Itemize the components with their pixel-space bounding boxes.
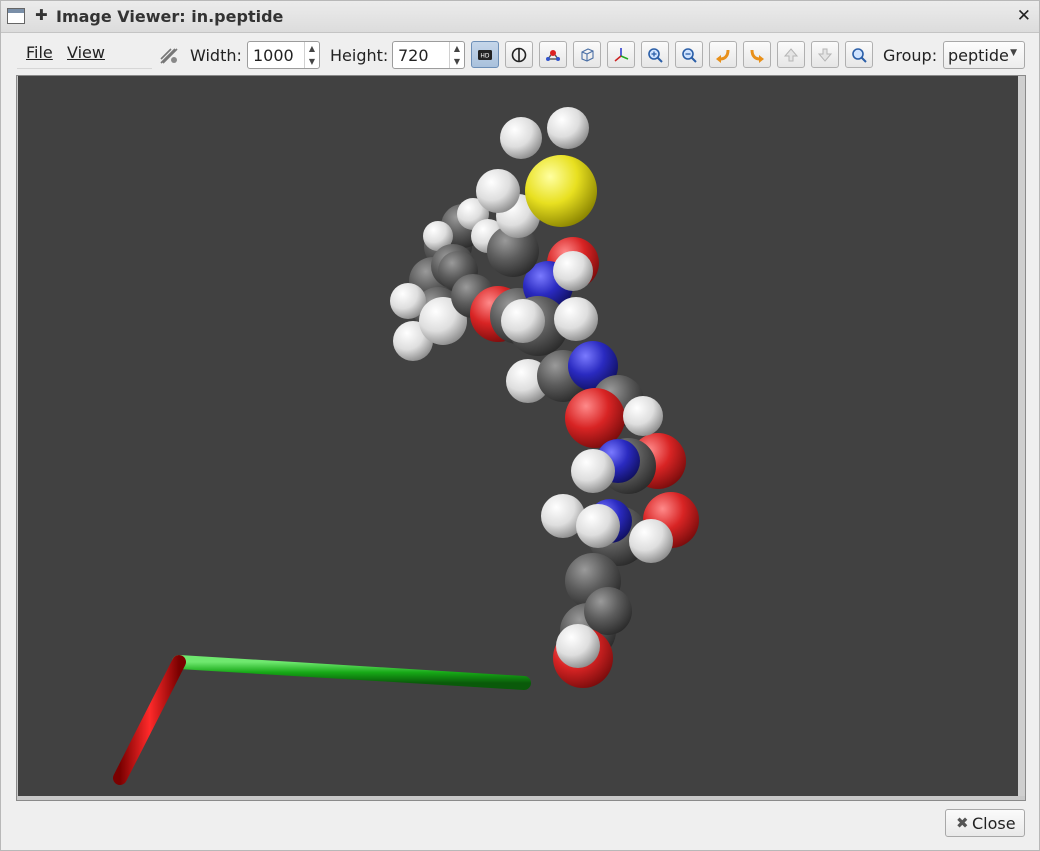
height-stepper[interactable]: ▲ ▼ xyxy=(449,42,464,68)
molecule-render xyxy=(113,107,699,785)
pin-icon[interactable]: ✚ xyxy=(35,6,48,24)
group-value: peptide xyxy=(948,46,1009,65)
group-label: Group: xyxy=(883,46,938,65)
axes-button[interactable] xyxy=(607,41,635,68)
toolbar-grip-icon[interactable] xyxy=(158,44,180,66)
hydrogen-atom xyxy=(629,519,673,563)
axes-triad xyxy=(113,327,531,785)
peptide-molecule xyxy=(390,107,699,688)
rotate-up-button[interactable] xyxy=(777,41,805,68)
menu-file[interactable]: File xyxy=(26,43,53,62)
contrast-button[interactable] xyxy=(505,41,533,68)
image-viewer-window: ✚ Image Viewer: in.peptide ✕ File View W… xyxy=(0,0,1040,851)
hydrogen-atom xyxy=(576,504,620,548)
close-button-label: Close xyxy=(972,814,1016,833)
height-spinbox[interactable]: 720 ▲ ▼ xyxy=(392,41,465,69)
close-icon: ✖ xyxy=(956,814,969,832)
hydrogen-atom xyxy=(571,449,615,493)
zoom-in-icon xyxy=(648,47,663,63)
width-spinbox[interactable]: 1000 ▲ ▼ xyxy=(247,41,320,69)
reset-view-icon xyxy=(852,47,867,63)
hydrogen-atom xyxy=(476,169,520,213)
menu-view[interactable]: View xyxy=(67,43,105,62)
atom-bond-button[interactable] xyxy=(539,41,567,68)
rotate-left-icon xyxy=(716,49,730,63)
height-value[interactable]: 720 xyxy=(398,46,429,65)
x-axis xyxy=(113,655,186,785)
atom-bond-icon xyxy=(546,49,560,61)
hydrogen-atom xyxy=(554,297,598,341)
rotate-down-button[interactable] xyxy=(811,41,839,68)
rotate-right-icon xyxy=(750,49,764,63)
oxygen-atom xyxy=(565,388,625,448)
rotate-right-button[interactable] xyxy=(743,41,771,68)
rotate-up-icon xyxy=(783,47,799,61)
chevron-down-icon: ▼ xyxy=(1010,48,1017,58)
title-bar[interactable]: ✚ Image Viewer: in.peptide ✕ xyxy=(1,1,1039,33)
width-value[interactable]: 1000 xyxy=(253,46,294,65)
window-title: Image Viewer: in.peptide xyxy=(56,7,284,26)
sulfur-atom xyxy=(525,155,597,227)
box-icon xyxy=(581,47,594,62)
width-label: Width: xyxy=(190,46,242,65)
group-select[interactable]: peptide ▼ xyxy=(943,41,1025,69)
axes-icon xyxy=(614,47,629,62)
zoom-in-button[interactable] xyxy=(641,41,669,68)
hydrogen-atom xyxy=(556,624,600,668)
hydrogen-atom xyxy=(623,396,663,436)
hydrogen-atom xyxy=(553,251,593,291)
zoom-out-button[interactable] xyxy=(675,41,703,68)
width-stepper[interactable]: ▲ ▼ xyxy=(304,42,319,68)
close-button[interactable]: ✖ Close xyxy=(945,809,1025,837)
carbon-atom xyxy=(584,587,632,635)
close-icon[interactable]: ✕ xyxy=(1017,6,1031,26)
height-label: Height: xyxy=(330,46,389,65)
rotate-down-icon xyxy=(817,48,833,62)
reset-view-button[interactable] xyxy=(845,41,873,68)
svg-text:HD: HD xyxy=(480,52,490,59)
hydrogen-atom xyxy=(500,117,542,159)
contrast-icon xyxy=(511,47,527,62)
box-button[interactable] xyxy=(573,41,601,68)
menu-bar: File View xyxy=(17,40,152,69)
window-menu-icon[interactable] xyxy=(7,8,25,24)
vertical-scrollbar[interactable] xyxy=(1018,76,1025,796)
rotate-left-button[interactable] xyxy=(709,41,737,68)
y-axis xyxy=(172,655,531,690)
zoom-out-icon xyxy=(682,47,697,63)
hydrogen-atom xyxy=(547,107,589,149)
hydrogen-atom xyxy=(501,299,545,343)
molecule-viewport[interactable] xyxy=(18,76,1018,796)
hd-button[interactable]: HD xyxy=(471,41,499,68)
hd-icon: HD xyxy=(478,49,492,60)
